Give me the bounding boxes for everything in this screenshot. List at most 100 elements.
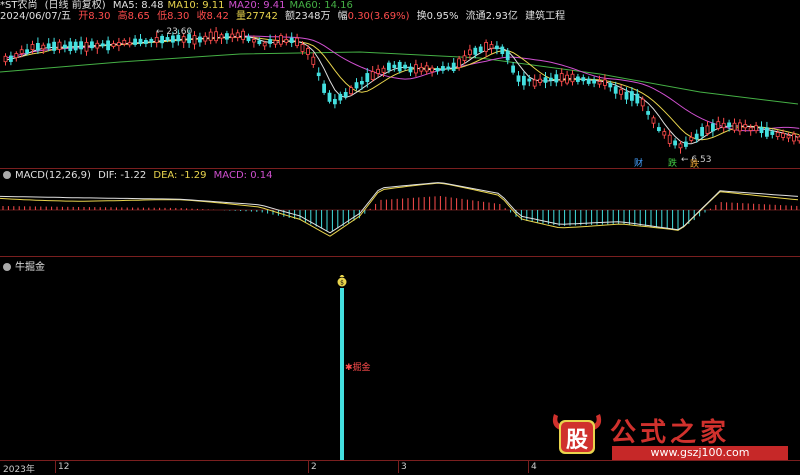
candle[interactable] <box>327 90 332 104</box>
candle[interactable] <box>8 51 13 66</box>
candle[interactable] <box>224 30 229 44</box>
candle[interactable] <box>651 115 656 129</box>
candle[interactable] <box>143 38 148 48</box>
candle[interactable] <box>376 64 381 77</box>
candle[interactable] <box>500 44 505 57</box>
candle[interactable] <box>57 39 62 54</box>
candle[interactable] <box>127 37 132 48</box>
ma-legend-1[interactable]: MA10: 9.11 <box>167 0 224 11</box>
candle[interactable] <box>451 58 456 73</box>
macd-chart[interactable] <box>0 182 800 256</box>
ma-legend-3[interactable]: MA60: 14.16 <box>290 0 353 11</box>
candle[interactable] <box>73 39 78 53</box>
candle[interactable] <box>684 136 688 150</box>
ma-legend-0[interactable]: MA5: 8.48 <box>113 0 164 11</box>
candle[interactable] <box>711 119 715 137</box>
candle[interactable] <box>397 60 402 74</box>
candle[interactable] <box>424 61 429 75</box>
candle[interactable] <box>84 37 89 56</box>
candle[interactable] <box>559 68 564 87</box>
candle[interactable] <box>516 71 521 87</box>
candle[interactable] <box>608 80 613 92</box>
candle[interactable] <box>592 76 596 88</box>
candle[interactable] <box>295 33 300 49</box>
candle[interactable] <box>332 94 337 109</box>
candle[interactable] <box>241 28 246 44</box>
candle[interactable] <box>100 40 105 49</box>
candle[interactable] <box>462 50 467 65</box>
candle[interactable] <box>667 130 672 147</box>
candle[interactable] <box>543 71 548 89</box>
candle[interactable] <box>419 62 424 75</box>
stock-name[interactable]: *ST农尚 <box>0 0 37 11</box>
candle[interactable] <box>278 33 283 48</box>
macd-label[interactable]: MACD(12,26,9) DIF: -1.22 DEA: -1.29 MACD… <box>3 170 276 181</box>
candle[interactable] <box>565 70 569 86</box>
candle[interactable] <box>111 40 116 49</box>
candle[interactable] <box>338 91 343 105</box>
candle[interactable] <box>716 116 721 131</box>
candle[interactable] <box>208 28 213 45</box>
candle[interactable] <box>95 40 100 54</box>
candle[interactable] <box>549 72 553 87</box>
candle[interactable] <box>721 117 726 133</box>
candle[interactable] <box>522 71 526 90</box>
candle[interactable] <box>538 74 542 86</box>
candle[interactable] <box>343 88 348 100</box>
candle[interactable] <box>446 62 451 72</box>
candle[interactable] <box>79 36 83 55</box>
candle[interactable] <box>106 36 110 54</box>
candle[interactable] <box>430 65 435 77</box>
candle[interactable] <box>322 80 327 95</box>
candle[interactable] <box>435 66 440 75</box>
candle[interactable] <box>554 69 559 87</box>
candle[interactable] <box>63 40 67 53</box>
candle[interactable] <box>354 78 359 91</box>
quote-industry[interactable]: 建筑工程 <box>525 11 565 22</box>
price-chart[interactable]: ← 23.60 ← 6.53 <box>0 22 800 168</box>
candle[interactable] <box>484 39 489 58</box>
candle[interactable] <box>408 63 413 76</box>
candle[interactable] <box>14 51 19 62</box>
candle[interactable] <box>316 67 321 81</box>
candle[interactable] <box>311 52 316 68</box>
candle[interactable] <box>576 73 580 85</box>
candle[interactable] <box>678 140 683 154</box>
candle[interactable] <box>149 37 154 48</box>
candle[interactable] <box>765 121 769 140</box>
candle[interactable] <box>673 138 677 149</box>
candle[interactable] <box>570 70 575 86</box>
candle[interactable] <box>214 27 219 44</box>
money-bag-icon[interactable]: $ <box>337 275 347 287</box>
candle[interactable] <box>192 31 197 50</box>
candle[interactable] <box>467 44 472 59</box>
candle[interactable] <box>403 61 408 71</box>
candle[interactable] <box>197 32 202 47</box>
candle[interactable] <box>117 37 121 52</box>
candle[interactable] <box>689 132 694 143</box>
candle[interactable] <box>3 53 8 66</box>
candle[interactable] <box>68 37 73 55</box>
candle[interactable] <box>370 65 375 82</box>
candle[interactable] <box>489 40 494 54</box>
candle[interactable] <box>657 122 661 133</box>
panel-toggle-icon[interactable] <box>3 171 11 179</box>
chart-mode[interactable]: (日线 前复权) <box>45 0 106 11</box>
candle[interactable] <box>630 87 634 107</box>
candle[interactable] <box>235 29 240 42</box>
candle[interactable] <box>603 74 607 90</box>
ma-legend-2[interactable]: MA20: 9.41 <box>229 0 286 11</box>
candle[interactable] <box>219 32 224 44</box>
candle[interactable] <box>138 34 143 47</box>
candle[interactable] <box>759 121 764 138</box>
candle[interactable] <box>646 106 650 120</box>
candle[interactable] <box>743 119 748 132</box>
candle[interactable] <box>413 59 418 77</box>
brand-url[interactable]: www.gszj100.com <box>612 446 788 460</box>
candle[interactable] <box>581 74 586 85</box>
candle[interactable] <box>532 74 537 90</box>
candle[interactable] <box>662 128 667 139</box>
candle[interactable] <box>440 61 445 74</box>
candle[interactable] <box>133 35 138 47</box>
candle[interactable] <box>732 118 737 133</box>
